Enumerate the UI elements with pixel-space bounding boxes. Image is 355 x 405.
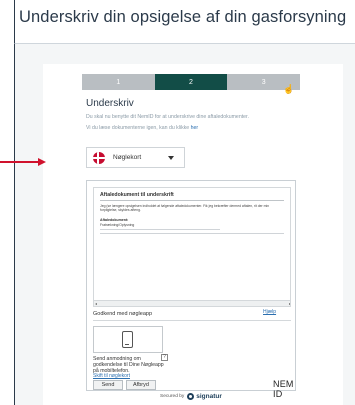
approve-label: Godkend med nøgleapp (93, 311, 153, 317)
pointer-arrow-icon (0, 158, 48, 166)
nemid-applet: Aftaledokument til underskrift Jeg (se l… (86, 180, 296, 399)
page-title: Underskriv din opsigelse af din gasforsy… (19, 8, 347, 26)
document-subtext: Fratrækning/Oplysning (100, 223, 135, 227)
secured-by-text: Secured by (160, 394, 185, 399)
approve-separator (93, 320, 291, 321)
secured-by-footer: Secured by signatur (160, 393, 222, 400)
document-line (100, 229, 220, 230)
signatur-brand: signatur (196, 393, 222, 400)
sign-description-2-text: Vi du læse dokumenterne igen, kan du kli… (86, 125, 190, 131)
danish-flag-icon (93, 151, 105, 164)
scroll-right-icon[interactable]: ▸ (289, 301, 290, 306)
mouse-cursor-icon: ☝ (283, 84, 295, 94)
switch-method-link[interactable]: Skift til nøglekort (93, 373, 130, 379)
document-line (100, 233, 284, 234)
title-bar: Underskriv din opsigelse af din gasforsy… (14, 0, 355, 44)
signing-method-value: Nøglekort (113, 154, 142, 161)
document-text: Jeg (se længere opsigelsen indholdet at … (100, 204, 270, 213)
sign-description-2: Vi du læse dokumenterne igen, kan du kli… (86, 125, 198, 131)
horizontal-scrollbar[interactable]: ◂ ▸ (94, 300, 290, 306)
document-title: Aftaledokument til underskrift (100, 192, 174, 198)
signatur-logo-icon (187, 393, 195, 400)
sign-description: Du skal nu benytte dit NemID for at unde… (86, 114, 249, 120)
sign-heading: Underskriv (86, 98, 134, 109)
chevron-down-icon (168, 156, 174, 160)
help-question-icon[interactable]: ? (161, 354, 168, 361)
read-documents-link[interactable]: her (191, 125, 199, 131)
send-button[interactable]: Send (93, 380, 123, 390)
cancel-button[interactable]: Afbryd (126, 380, 156, 390)
progress-steps: 1 2 3 (82, 74, 301, 90)
document-separator (100, 200, 284, 201)
page-frame: Underskriv din opsigelse af din gasforsy… (0, 0, 355, 405)
scroll-left-icon[interactable]: ◂ (95, 301, 97, 306)
document-viewer[interactable]: Aftaledokument til underskrift Jeg (se l… (93, 187, 291, 307)
step-2[interactable]: 2 (154, 74, 228, 90)
nemid-logo: NEM ID (273, 379, 294, 399)
help-link[interactable]: Hjælp (263, 309, 276, 315)
arrow-head (38, 158, 46, 166)
signing-method-dropdown[interactable]: Nøglekort (86, 147, 185, 168)
mobile-phone-icon (122, 331, 133, 348)
arrow-line (0, 161, 40, 163)
key-app-panel (93, 326, 163, 353)
step-1[interactable]: 1 (82, 74, 155, 90)
document-subheading: Aftaledokument: (100, 218, 129, 222)
send-request-text: Send anmodning om godkendelse til Dine N… (93, 356, 164, 374)
